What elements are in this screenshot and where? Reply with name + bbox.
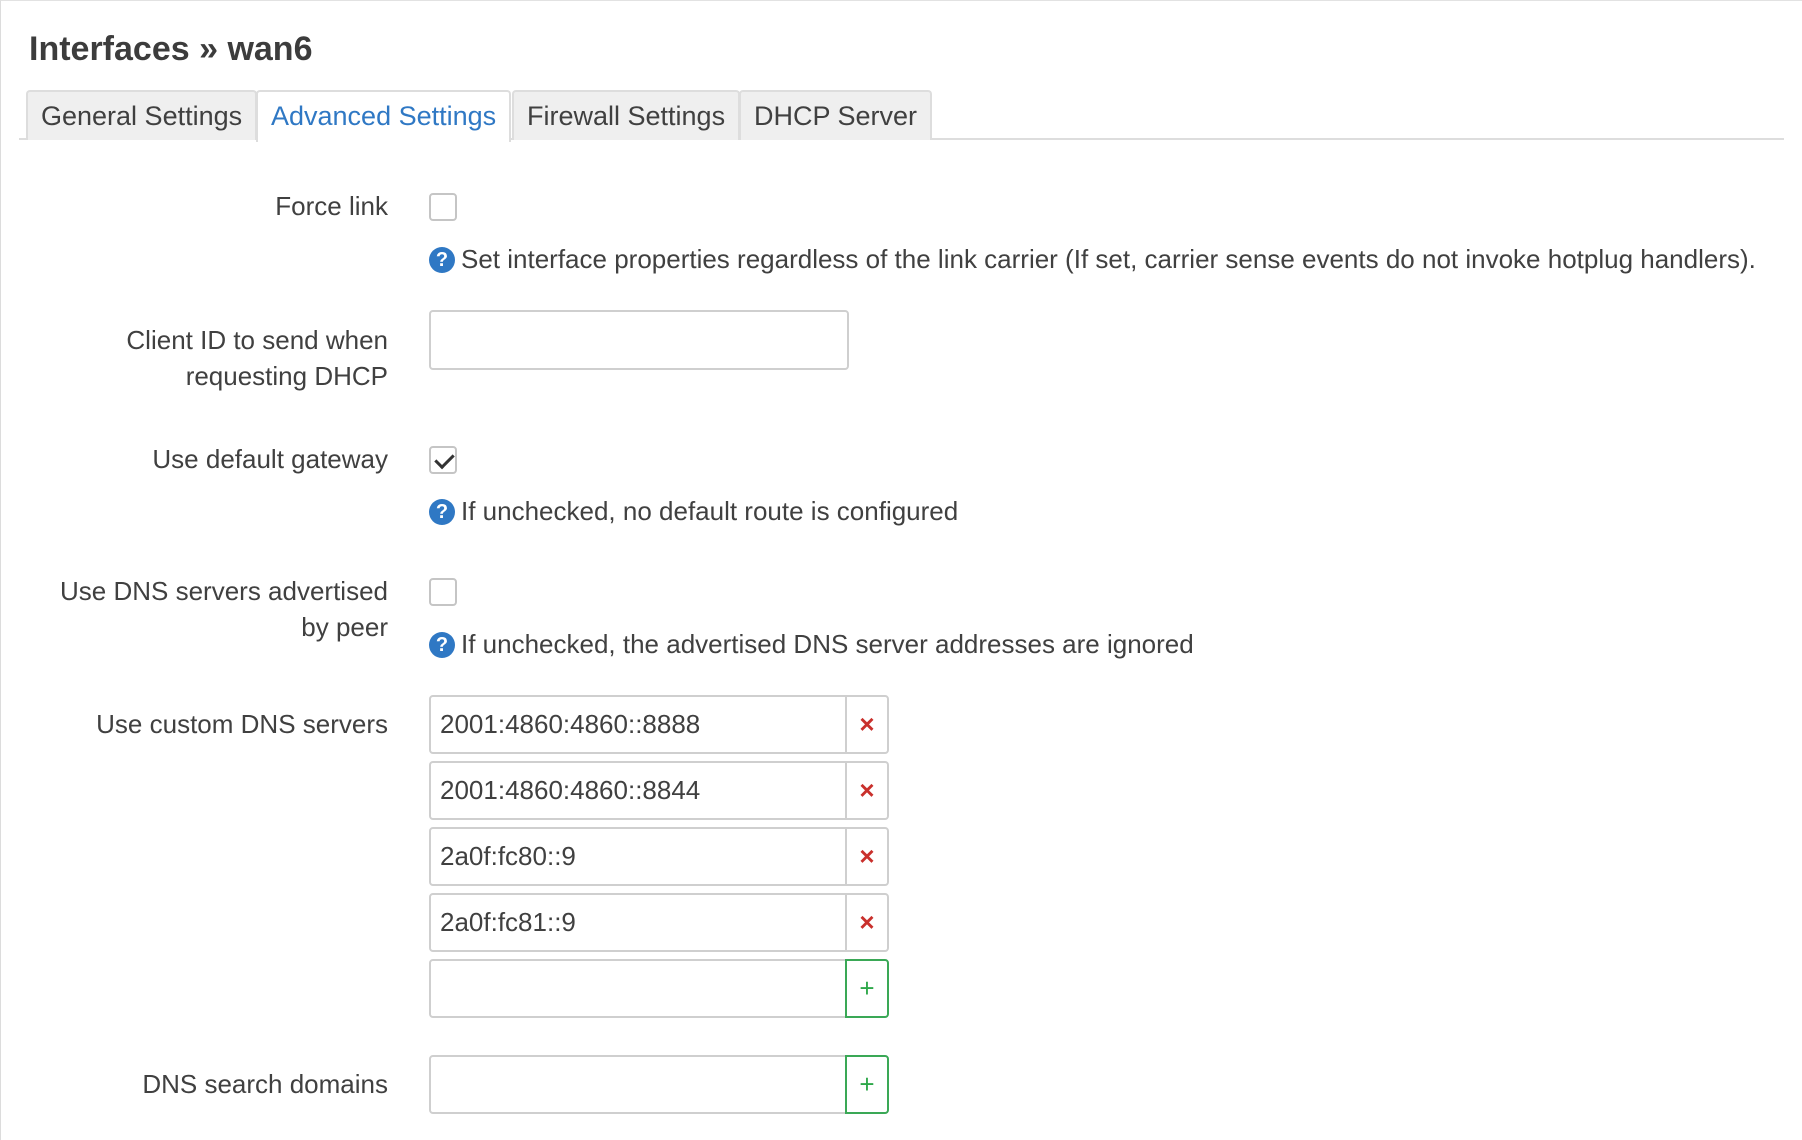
dns-search-domain-input[interactable] xyxy=(429,1055,847,1114)
client-id-label-line2: requesting DHCP xyxy=(185,361,388,391)
default-gateway-checkbox[interactable] xyxy=(429,446,457,474)
dns-server-value[interactable]: 2001:4860:4860::8844 xyxy=(429,761,847,820)
dns-server-value[interactable]: 2a0f:fc81::9 xyxy=(429,893,847,952)
client-id-label: Client ID to send when requesting DHCP xyxy=(126,322,388,394)
custom-dns-label: Use custom DNS servers xyxy=(96,709,388,739)
peer-dns-label-line1: Use DNS servers advertised xyxy=(60,576,388,606)
default-gateway-label: Use default gateway xyxy=(152,444,388,474)
peer-dns-label-line2: by peer xyxy=(301,612,388,642)
tab-dhcp-server[interactable]: DHCP Server xyxy=(739,90,933,140)
force-link-help-text: Set interface properties regardless of t… xyxy=(461,244,1756,274)
force-link-checkbox[interactable] xyxy=(429,193,457,221)
help-icon: ? xyxy=(429,247,455,273)
dns-server-entry: 2a0f:fc81::9 × xyxy=(429,893,889,952)
page-title: Interfaces » wan6 xyxy=(29,30,313,68)
new-dns-search-domain-row: + xyxy=(429,1055,889,1114)
help-icon: ? xyxy=(429,632,455,658)
default-gateway-help-text: If unchecked, no default route is config… xyxy=(461,496,959,526)
dns-server-value[interactable]: 2a0f:fc80::9 xyxy=(429,827,847,886)
remove-dns-server-button[interactable]: × xyxy=(845,695,889,754)
tab-firewall-settings[interactable]: Firewall Settings xyxy=(512,90,741,140)
new-dns-server-row: + xyxy=(429,959,889,1018)
peer-dns-label: Use DNS servers advertised by peer xyxy=(60,573,388,645)
tab-advanced-settings[interactable]: Advanced Settings xyxy=(256,90,512,142)
page-frame: Interfaces » wan6 General Settings Advan… xyxy=(0,0,1802,1140)
dns-search-domains-label: DNS search domains xyxy=(142,1069,388,1099)
force-link-label: Force link xyxy=(275,191,388,221)
dns-server-entry: 2001:4860:4860::8888 × xyxy=(429,695,889,754)
tab-bar: General Settings Advanced Settings Firew… xyxy=(19,90,1784,142)
dns-server-entry: 2a0f:fc80::9 × xyxy=(429,827,889,886)
tab-general-settings[interactable]: General Settings xyxy=(26,90,258,140)
remove-dns-server-button[interactable]: × xyxy=(845,827,889,886)
new-dns-server-input[interactable] xyxy=(429,959,847,1018)
default-gateway-help: ? If unchecked, no default route is confi… xyxy=(429,494,958,528)
remove-dns-server-button[interactable]: × xyxy=(845,893,889,952)
client-id-label-line1: Client ID to send when xyxy=(126,325,388,355)
help-icon: ? xyxy=(429,499,455,525)
add-dns-search-domain-button[interactable]: + xyxy=(845,1055,889,1114)
force-link-help: ? Set interface properties regardless of … xyxy=(429,242,1756,276)
peer-dns-help-text: If unchecked, the advertised DNS server … xyxy=(461,629,1194,659)
client-id-input[interactable] xyxy=(429,310,849,370)
add-dns-server-button[interactable]: + xyxy=(845,959,889,1018)
remove-dns-server-button[interactable]: × xyxy=(845,761,889,820)
dns-server-entry: 2001:4860:4860::8844 × xyxy=(429,761,889,820)
dns-server-value[interactable]: 2001:4860:4860::8888 xyxy=(429,695,847,754)
peer-dns-checkbox[interactable] xyxy=(429,578,457,606)
peer-dns-help: ? If unchecked, the advertised DNS server… xyxy=(429,627,1194,661)
